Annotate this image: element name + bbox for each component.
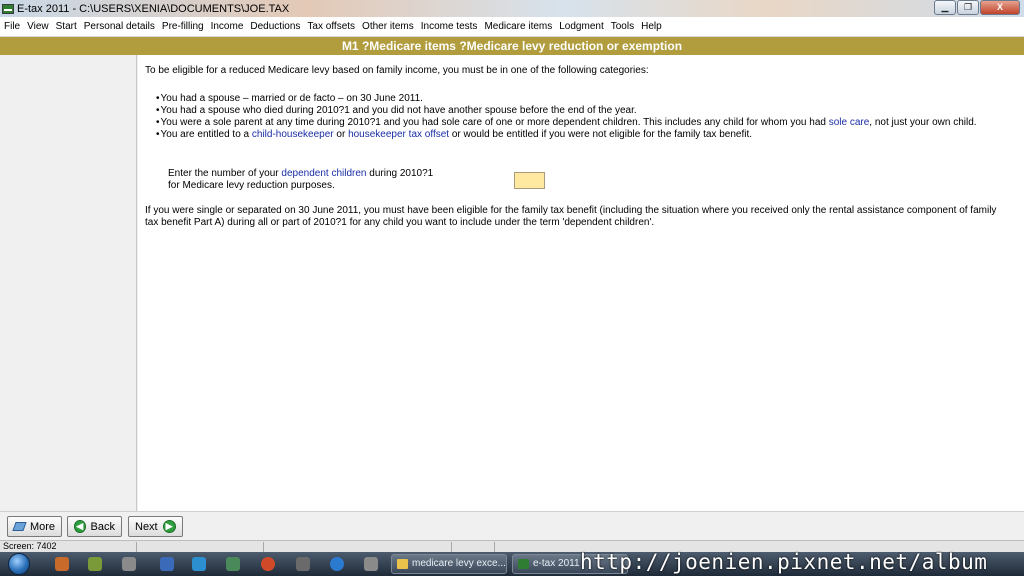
next-label: Next [135, 520, 158, 533]
start-button[interactable] [8, 553, 30, 575]
app-icon[interactable] [226, 557, 240, 571]
diamond-icon [12, 522, 27, 531]
app-icon[interactable] [296, 557, 310, 571]
watermark-text: http://joenien.pixnet.net/album [580, 550, 988, 574]
list-item: You are entitled to a child-housekeeper … [156, 129, 977, 141]
child-housekeeper-link[interactable]: child-housekeeper [252, 129, 334, 140]
menu-file[interactable]: File [4, 21, 20, 32]
app-icon[interactable] [160, 557, 174, 571]
arrow-left-icon: ◀ [74, 520, 86, 533]
bullet-text: or [333, 129, 349, 140]
navigation-bar: More ◀ Back Next ▶ [0, 511, 1024, 540]
window-title: E-tax 2011 - C:\USERS\XENIA\DOCUMENTS\JO… [17, 2, 290, 15]
taskbar-task-word[interactable]: medicare levy exce... [391, 554, 507, 574]
menu-income-tests[interactable]: Income tests [421, 21, 478, 32]
menu-deductions[interactable]: Deductions [250, 21, 300, 32]
skype-icon[interactable] [192, 557, 206, 571]
bullet-text: You had a spouse – married or de facto –… [160, 93, 423, 104]
status-divider [494, 542, 495, 552]
dependent-children-link[interactable]: dependent children [281, 168, 366, 179]
bullet-text: or would be entitled if you were not eli… [449, 129, 753, 140]
menu-help[interactable]: Help [641, 21, 662, 32]
status-divider [263, 542, 264, 552]
maximize-button[interactable]: ❐ [957, 0, 979, 15]
section-title: M1 ?Medicare items ?Medicare levy reduct… [0, 37, 1024, 55]
bullet-text: You were a sole parent at any time durin… [160, 117, 829, 128]
menu-tools[interactable]: Tools [611, 21, 634, 32]
left-panel [0, 55, 137, 511]
window-controls: ▁ ❐ X [933, 0, 1020, 15]
app-icon[interactable] [88, 557, 102, 571]
menu-other-items[interactable]: Other items [362, 21, 414, 32]
more-button[interactable]: More [7, 516, 62, 537]
list-item: You were a sole parent at any time durin… [156, 117, 977, 129]
menu-tax-offsets[interactable]: Tax offsets [307, 21, 355, 32]
next-button[interactable]: Next ▶ [128, 516, 183, 537]
bullet-text: You are entitled to a [160, 129, 252, 140]
housekeeper-tax-offset-link[interactable]: housekeeper tax offset [348, 129, 449, 140]
dependent-children-question: Enter the number of your dependent child… [168, 168, 433, 192]
bullet-text: , not just your own child. [869, 117, 977, 128]
menu-start[interactable]: Start [56, 21, 77, 32]
media-player-icon[interactable] [122, 557, 136, 571]
internet-explorer-icon[interactable] [330, 557, 344, 571]
list-item: You had a spouse who died during 2010?1 … [156, 105, 977, 117]
dependent-children-input[interactable] [514, 172, 545, 189]
menu-view[interactable]: View [27, 21, 49, 32]
sole-care-link[interactable]: sole care [829, 117, 870, 128]
screen-number: Screen: 7402 [3, 541, 57, 551]
app-icon[interactable] [364, 557, 378, 571]
menu-pre-filling[interactable]: Pre-filling [162, 21, 204, 32]
intro-text: To be eligible for a reduced Medicare le… [145, 65, 649, 76]
main-content: To be eligible for a reduced Medicare le… [138, 55, 1024, 511]
menu-income[interactable]: Income [211, 21, 244, 32]
close-button[interactable]: X [980, 0, 1020, 15]
app-icon[interactable] [55, 557, 69, 571]
etax-app-icon [2, 3, 14, 14]
back-button[interactable]: ◀ Back [67, 516, 122, 537]
chrome-icon[interactable] [261, 557, 275, 571]
more-label: More [29, 520, 55, 533]
question-text-line2: for Medicare levy reduction purposes. [168, 180, 335, 191]
single-separated-note: If you were single or separated on 30 Ju… [145, 205, 997, 228]
minimize-button[interactable]: ▁ [934, 0, 956, 15]
status-divider [136, 542, 137, 552]
arrow-right-icon: ▶ [162, 520, 176, 533]
eligibility-list: You had a spouse – married or de facto –… [156, 93, 977, 141]
back-label: Back [90, 520, 115, 533]
menu-lodgment[interactable]: Lodgment [559, 21, 603, 32]
question-text: Enter the number of your [168, 168, 282, 179]
status-divider [451, 542, 452, 552]
list-item: You had a spouse – married or de facto –… [156, 93, 977, 105]
menu-personal-details[interactable]: Personal details [84, 21, 155, 32]
bullet-text: You had a spouse who died during 2010?1 … [160, 105, 637, 116]
menu-medicare-items[interactable]: Medicare items [484, 21, 552, 32]
title-bar: E-tax 2011 - C:\USERS\XENIA\DOCUMENTS\JO… [0, 0, 1024, 17]
question-text: during 2010?1 [366, 168, 434, 179]
menu-bar: File View Start Personal details Pre-fil… [0, 17, 1024, 37]
